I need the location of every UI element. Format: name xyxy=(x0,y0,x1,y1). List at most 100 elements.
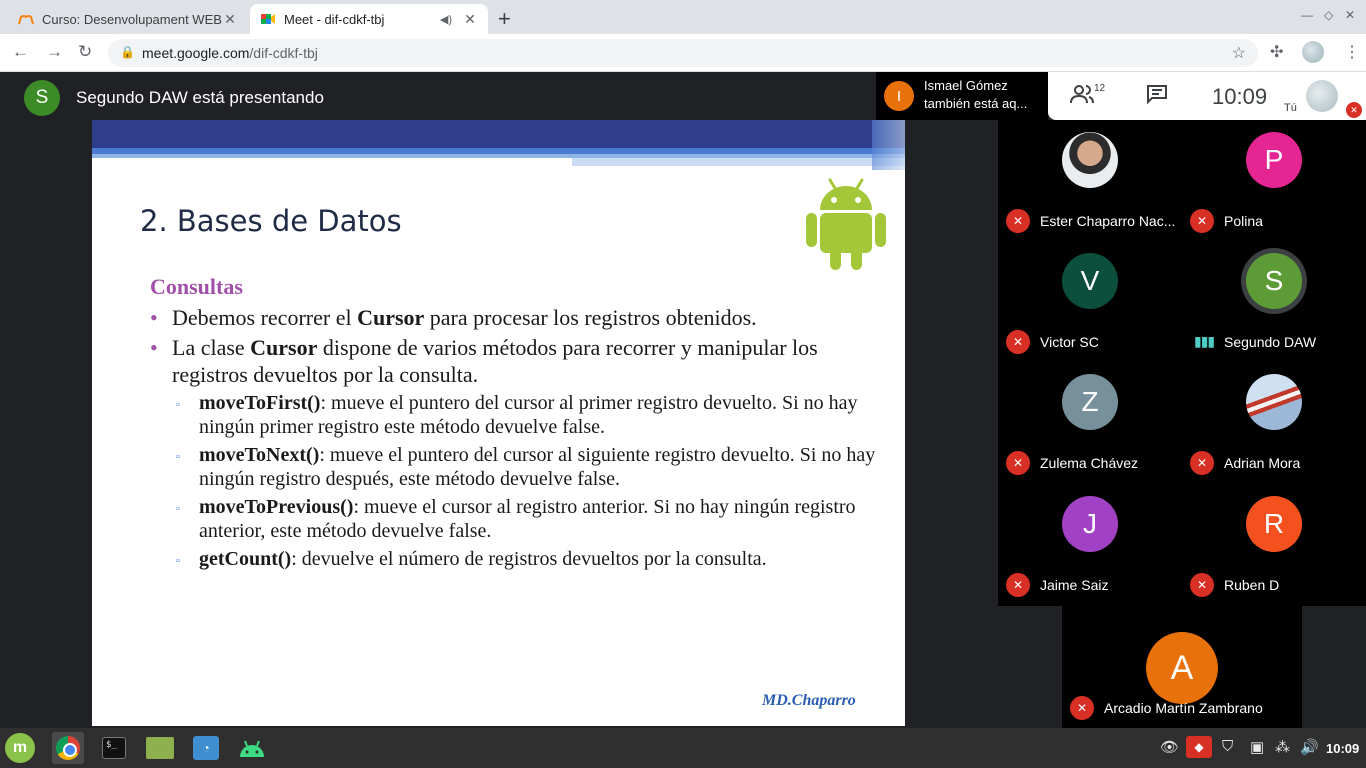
slide-signature: MD.Chaparro xyxy=(762,692,856,709)
participant-tile[interactable]: ✕ Adrian Mora xyxy=(1182,362,1366,483)
participant-tile[interactable]: V ✕ Victor SC xyxy=(998,241,1182,362)
meeting-clock: 10:09 xyxy=(1212,84,1268,109)
browser-tab-bar: Curso: Desenvolupament WEB ✕ Meet - dif-… xyxy=(0,0,1366,34)
url-text: meet.google.com/dif-cdkf-tbj xyxy=(142,45,318,61)
participant-tile[interactable]: A ✕ Arcadio Martín Zambrano xyxy=(1062,606,1302,728)
avatar xyxy=(1062,132,1118,188)
join-text: Ismael Gómez también está aq... xyxy=(924,78,1028,111)
slide-band-stripe xyxy=(872,120,905,170)
chat-icon[interactable] xyxy=(1146,84,1168,110)
minimize-icon[interactable]: — xyxy=(1301,8,1313,22)
mic-off-icon: ✕ xyxy=(1190,573,1214,597)
meet-stage: S Segundo DAW está presentando I Ismael … xyxy=(0,72,1366,728)
reload-icon[interactable]: ↻ xyxy=(78,42,92,62)
bullet-item: Debemos recorrer el Cursor para procesar… xyxy=(150,304,890,331)
mic-off-icon: ✕ xyxy=(1190,209,1214,233)
browser-toolbar: ← → ↻ 🔒 meet.google.com/dif-cdkf-tbj ☆ ✣ xyxy=(0,34,1366,72)
profile-avatar[interactable] xyxy=(1302,41,1324,63)
participant-name: Zulema Chávez xyxy=(1040,455,1139,471)
tab-title: Curso: Desenvolupament WEB xyxy=(42,11,222,27)
start-menu-button[interactable]: m xyxy=(4,732,36,764)
eye-icon[interactable]: 👁 xyxy=(1160,738,1179,756)
avatar xyxy=(1246,374,1302,430)
anydesk-icon[interactable]: ◆ xyxy=(1186,736,1212,758)
participant-name: Jaime Saiz xyxy=(1040,577,1109,593)
tab-meet[interactable]: Meet - dif-cdkf-tbj ◀) ✕ xyxy=(250,4,488,34)
participant-name: Victor SC xyxy=(1040,334,1099,350)
tab-curso[interactable]: Curso: Desenvolupament WEB ✕ xyxy=(8,4,248,34)
mic-off-icon: ✕ xyxy=(1006,451,1030,475)
participant-name: Ester Chaparro Nac... xyxy=(1040,213,1176,229)
lock-icon[interactable]: 🔒 xyxy=(120,45,135,59)
taskbar-chrome[interactable] xyxy=(52,732,84,764)
avatar: I xyxy=(884,81,914,111)
method-item: ▫ getCount(): devuelve el número de regis… xyxy=(176,548,767,570)
taskbar-cast[interactable]: ◔ xyxy=(190,732,222,764)
self-avatar[interactable] xyxy=(1306,80,1338,112)
presenting-label: Segundo DAW está presentando xyxy=(76,88,324,107)
menu-icon[interactable]: ⋮ xyxy=(1344,42,1360,62)
participant-count: 12 xyxy=(1094,83,1106,94)
participant-tile[interactable]: P ✕ Polina xyxy=(1182,120,1366,241)
join-notification[interactable]: I Ismael Gómez también está aq... xyxy=(876,72,1048,120)
extensions-icon[interactable]: ✣ xyxy=(1270,42,1283,62)
method-item: ▫ moveToNext(): mueve el puntero del curs… xyxy=(176,444,876,490)
mic-off-icon: ✕ xyxy=(1006,209,1030,233)
taskbar-clock[interactable]: 10:09 xyxy=(1326,741,1359,756)
meet-top-bar: 12 10:09 Tú ✕ xyxy=(1048,72,1366,120)
slide-title: 2. Bases de Datos xyxy=(140,204,402,238)
android-icon xyxy=(240,740,264,757)
participant-grid: ✕ Ester Chaparro Nac... P ✕ Polina V ✕ V… xyxy=(998,120,1366,606)
participant-name: Ruben D xyxy=(1224,577,1280,593)
new-tab-icon[interactable]: + xyxy=(498,6,511,32)
participant-tile[interactable]: ✕ Ester Chaparro Nac... xyxy=(998,120,1182,241)
forward-icon[interactable]: → xyxy=(46,42,63,62)
bookmark-star-icon[interactable]: ☆ xyxy=(1232,43,1246,63)
restore-icon[interactable]: ◇ xyxy=(1324,8,1333,22)
folder-icon xyxy=(146,737,174,759)
method-item: ▫ moveToPrevious(): mueve el cursor al re… xyxy=(176,496,856,542)
participant-name: Polina xyxy=(1224,213,1263,229)
avatar: P xyxy=(1246,132,1302,188)
participant-tile[interactable]: J ✕ Jaime Saiz xyxy=(998,484,1182,605)
chrome-icon xyxy=(56,736,80,760)
bullet-item: La clase Cursor dispone de varios método… xyxy=(150,334,890,388)
taskbar-terminal[interactable]: $_ xyxy=(98,732,130,764)
participant-name: Segundo DAW xyxy=(1224,334,1317,350)
network-icon[interactable]: ⁂ xyxy=(1275,738,1290,756)
method-item: ▫ moveToFirst(): mueve el puntero del cur… xyxy=(176,392,858,438)
avatar: Z xyxy=(1062,374,1118,430)
address-bar[interactable]: 🔒 meet.google.com/dif-cdkf-tbj ☆ xyxy=(108,39,1258,67)
moodle-icon xyxy=(18,11,34,27)
close-icon[interactable]: ✕ xyxy=(462,11,478,28)
avatar: S xyxy=(1246,253,1302,309)
avatar: R xyxy=(1246,496,1302,552)
taskbar-files[interactable] xyxy=(144,732,176,764)
slide-bullets: Debemos recorrer el Cursor para procesar… xyxy=(150,304,890,575)
volume-icon[interactable]: 🔊 xyxy=(1300,738,1319,756)
mic-off-icon: ✕ xyxy=(1070,696,1094,720)
meet-icon xyxy=(260,11,276,27)
taskbar-android-studio[interactable] xyxy=(236,732,268,764)
close-window-icon[interactable]: ✕ xyxy=(1345,8,1355,22)
participant-name: Arcadio Martín Zambrano xyxy=(1104,700,1263,716)
speaking-indicator-icon: ▮▮▮ xyxy=(1194,333,1215,349)
android-logo-icon xyxy=(806,178,886,270)
self-label: Tú xyxy=(1284,102,1297,114)
shield-icon[interactable]: ⛉ xyxy=(1222,738,1233,755)
participant-tile[interactable]: S ▮▮▮ Segundo DAW xyxy=(1182,241,1366,362)
presenter-avatar: S xyxy=(24,80,60,116)
clipboard-icon[interactable]: ▣ xyxy=(1250,738,1264,756)
speaker-icon[interactable]: ◀) xyxy=(440,13,452,26)
linux-mint-icon: m xyxy=(5,733,35,763)
terminal-icon: $_ xyxy=(102,737,126,759)
participant-name: Adrian Mora xyxy=(1224,455,1301,471)
participant-tile[interactable]: Z ✕ Zulema Chávez xyxy=(998,362,1182,483)
people-icon[interactable] xyxy=(1070,84,1094,110)
participant-tile[interactable]: R ✕ Ruben D xyxy=(1182,484,1366,605)
avatar: V xyxy=(1062,253,1118,309)
close-icon[interactable]: ✕ xyxy=(222,11,238,28)
mic-off-icon: ✕ xyxy=(1006,330,1030,354)
slide-subtitle: Consultas xyxy=(150,274,243,299)
back-icon[interactable]: ← xyxy=(12,42,29,62)
